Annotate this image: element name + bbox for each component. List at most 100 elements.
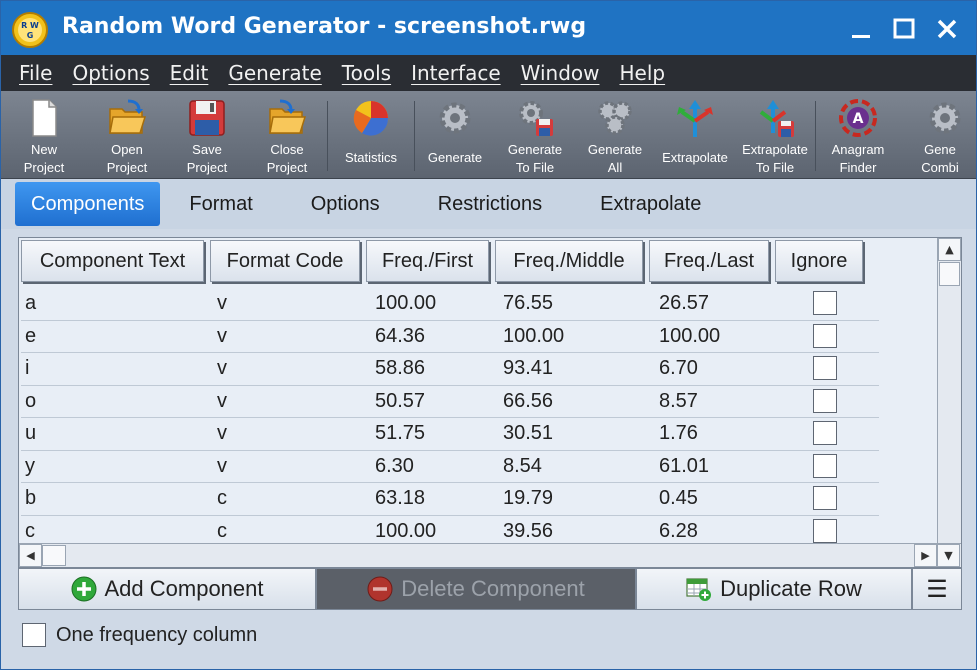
table-cell[interactable]: 26.57 [659, 292, 709, 315]
table-cell[interactable]: 100.00 [375, 520, 436, 543]
menu-options[interactable]: Options [62, 61, 159, 85]
table-cell[interactable]: c [217, 520, 227, 543]
table-row[interactable]: o v 50.57 66.56 8.57 [21, 386, 879, 418]
table-cell[interactable]: c [25, 520, 35, 543]
close-project-button[interactable]: Close Project [247, 91, 327, 178]
table-cell[interactable]: 64.36 [375, 325, 425, 348]
table-cell[interactable]: 100.00 [375, 292, 436, 315]
menu-window[interactable]: Window [511, 61, 610, 85]
menu-interface[interactable]: Interface [401, 61, 511, 85]
table-cell[interactable]: v [217, 325, 227, 348]
statistics-button[interactable]: Statistics [328, 91, 414, 178]
table-cell[interactable]: 30.51 [503, 422, 553, 445]
table-cell[interactable]: y [25, 455, 35, 478]
table-cell[interactable]: 76.55 [503, 292, 553, 315]
extrapolate-button[interactable]: Extrapolate [655, 91, 735, 178]
one-frequency-column-checkbox[interactable] [22, 623, 46, 647]
column-header-component-text[interactable]: Component Text [21, 240, 204, 282]
ignore-checkbox[interactable] [813, 421, 837, 445]
table-cell[interactable]: 93.41 [503, 357, 553, 380]
scroll-up-arrow-icon[interactable]: ▲ [938, 238, 961, 261]
table-cell[interactable]: 63.18 [375, 487, 425, 510]
table-row[interactable]: b c 63.18 19.79 0.45 [21, 483, 879, 516]
column-header-freq-last[interactable]: Freq./Last [649, 240, 769, 282]
save-project-button[interactable]: Save Project [167, 91, 247, 178]
column-header-freq-first[interactable]: Freq./First [366, 240, 489, 282]
table-row[interactable]: i v 58.86 93.41 6.70 [21, 353, 879, 386]
scroll-left-arrow-icon[interactable]: ◀ [19, 544, 42, 567]
vertical-scroll-thumb[interactable] [939, 262, 960, 286]
table-cell[interactable]: u [25, 422, 36, 445]
tab-extrapolate[interactable]: Extrapolate [571, 182, 730, 226]
table-cell[interactable]: 61.01 [659, 455, 709, 478]
table-cell[interactable]: 1.76 [659, 422, 698, 445]
anagram-finder-button[interactable]: A Anagram Finder [816, 91, 900, 178]
maximize-button[interactable] [886, 11, 922, 47]
ignore-checkbox[interactable] [813, 356, 837, 380]
table-cell[interactable]: 8.57 [659, 390, 698, 413]
table-cell[interactable]: 50.57 [375, 390, 425, 413]
delete-component-button[interactable]: Delete Component [316, 568, 636, 610]
add-component-button[interactable]: Add Component [18, 568, 316, 610]
title-bar[interactable]: R W G Random Word Generator - screenshot… [1, 1, 976, 55]
table-cell[interactable]: c [217, 487, 227, 510]
tab-format[interactable]: Format [160, 182, 281, 226]
generate-to-file-button[interactable]: Generate To File [495, 91, 575, 178]
table-cell[interactable]: 19.79 [503, 487, 553, 510]
table-cell[interactable]: 6.30 [375, 455, 414, 478]
column-header-freq-middle[interactable]: Freq./Middle [495, 240, 643, 282]
table-cell[interactable]: v [217, 422, 227, 445]
vertical-scrollbar[interactable]: ▲ [937, 238, 961, 544]
ignore-checkbox[interactable] [813, 453, 837, 478]
table-cell[interactable]: i [25, 357, 29, 380]
horizontal-scroll-thumb[interactable] [42, 545, 66, 566]
table-cell[interactable]: 0.45 [659, 487, 698, 510]
table-cell[interactable]: e [25, 325, 36, 348]
table-row[interactable]: a v 100.00 76.55 26.57 [21, 288, 879, 321]
table-cell[interactable]: 100.00 [659, 325, 720, 348]
extrapolate-to-file-button[interactable]: Extrapolate To File [735, 91, 815, 178]
ignore-checkbox[interactable] [813, 291, 837, 315]
menu-generate[interactable]: Generate [218, 61, 331, 85]
table-cell[interactable]: 51.75 [375, 422, 425, 445]
table-row[interactable]: e v 64.36 100.00 100.00 [21, 321, 879, 353]
column-header-format-code[interactable]: Format Code [210, 240, 360, 282]
close-button[interactable] [929, 11, 965, 47]
table-cell[interactable]: 6.70 [659, 357, 698, 380]
minimize-button[interactable] [843, 11, 879, 47]
table-cell[interactable]: 58.86 [375, 357, 425, 380]
scroll-right-arrow-icon[interactable]: ▶ [914, 544, 937, 567]
components-grid[interactable]: Component Text Format Code Freq./First F… [18, 237, 962, 568]
menu-edit[interactable]: Edit [160, 61, 219, 85]
table-cell[interactable]: a [25, 292, 36, 315]
open-project-button[interactable]: Open Project [87, 91, 167, 178]
one-frequency-column-option[interactable]: One frequency column [22, 623, 257, 647]
table-row[interactable]: y v 6.30 8.54 61.01 [21, 451, 879, 483]
table-cell[interactable]: 8.54 [503, 455, 542, 478]
ignore-checkbox[interactable] [813, 486, 837, 510]
ignore-checkbox[interactable] [813, 323, 837, 348]
horizontal-scrollbar[interactable]: ◀ ▶ ▼ [19, 543, 961, 567]
table-cell[interactable]: v [217, 455, 227, 478]
new-project-button[interactable]: New Project [1, 91, 87, 178]
ignore-checkbox[interactable] [813, 518, 837, 543]
duplicate-row-button[interactable]: Duplicate Row [636, 568, 912, 610]
table-cell[interactable]: o [25, 390, 36, 413]
table-cell[interactable]: 39.56 [503, 520, 553, 543]
table-cell[interactable]: b [25, 487, 36, 510]
table-cell[interactable]: 6.28 [659, 520, 698, 543]
column-header-ignore[interactable]: Ignore [775, 240, 863, 282]
tab-components[interactable]: Components [15, 182, 161, 226]
tab-options[interactable]: Options [282, 182, 409, 226]
ignore-checkbox[interactable] [813, 388, 837, 413]
generate-all-button[interactable]: Generate All [575, 91, 655, 178]
grid-menu-button[interactable]: ☰ [912, 568, 962, 610]
table-cell[interactable]: 100.00 [503, 325, 564, 348]
table-row[interactable]: u v 51.75 30.51 1.76 [21, 418, 879, 451]
table-cell[interactable]: 66.56 [503, 390, 553, 413]
menu-tools[interactable]: Tools [332, 61, 401, 85]
menu-file[interactable]: File [9, 61, 62, 85]
generate-button[interactable]: Generate [415, 91, 495, 178]
tab-restrictions[interactable]: Restrictions [409, 182, 571, 226]
table-cell[interactable]: v [217, 357, 227, 380]
